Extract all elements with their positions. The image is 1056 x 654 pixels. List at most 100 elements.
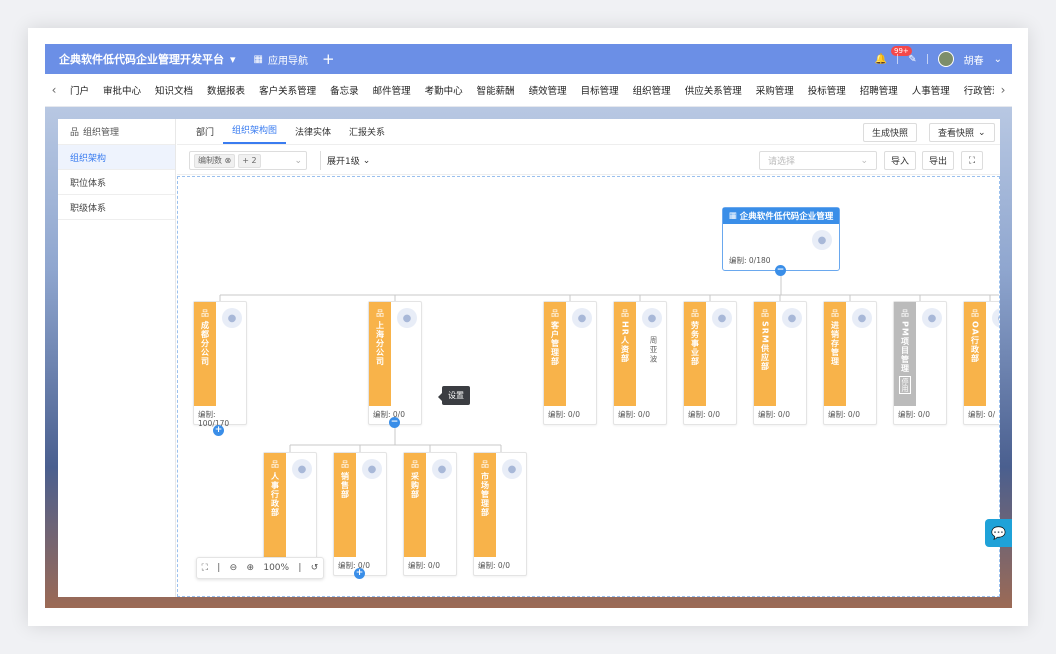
department-name: 上海分公司: [375, 321, 385, 366]
department-node[interactable]: 品客户管理部 ● 编制: 0/0: [543, 301, 597, 425]
disabled-badge: 停用: [899, 375, 911, 394]
org-icon: 品: [621, 309, 629, 318]
chat-icon[interactable]: 💬: [985, 519, 1012, 547]
org-icon: 品: [70, 128, 80, 138]
sidebar-item-grades[interactable]: 职级体系: [58, 195, 175, 220]
chevron-down-icon: ⌄: [860, 155, 868, 166]
person-icon: ●: [782, 308, 802, 328]
menu-item[interactable]: 采购管理: [749, 83, 801, 97]
platform-title[interactable]: 企典软件低代码企业管理开发平台 ▾: [59, 51, 236, 67]
tab-reporting[interactable]: 汇报关系: [340, 125, 394, 144]
menu-item[interactable]: 招聘管理: [853, 83, 905, 97]
person-icon: ●: [572, 308, 592, 328]
department-strip: 品采购部: [404, 453, 426, 557]
avatar[interactable]: [937, 51, 954, 67]
menu-item[interactable]: 考勤中心: [418, 83, 470, 97]
person-icon: ●: [852, 308, 872, 328]
menu-item[interactable]: 审批中心: [96, 83, 148, 97]
department-strip: 品销售部: [334, 453, 356, 557]
org-chart-canvas[interactable]: ▦ 企典软件低代码企业管理 ● 编制: 0/180 − 品成都分公司 ● 编制: 10…: [177, 176, 1000, 597]
org-icon: 品: [971, 309, 979, 318]
department-strip: 品人事行政部: [264, 453, 286, 557]
field-select[interactable]: 编制数 ⊗ + 2 ⌄: [189, 151, 307, 170]
bell-icon[interactable]: 🔔: [875, 54, 887, 65]
menu-item[interactable]: 备忘录: [323, 83, 366, 97]
department-node[interactable]: 品上海分公司 ● 编制: 0/0: [368, 301, 422, 425]
building-icon: ▦: [728, 211, 737, 221]
chevron-left-icon[interactable]: ‹: [45, 83, 63, 97]
root-node[interactable]: ▦ 企典软件低代码企业管理 ● 编制: 0/180: [722, 207, 840, 271]
person-icon: ●: [992, 308, 999, 328]
menu-item[interactable]: 组织管理: [626, 83, 678, 97]
fullscreen-icon[interactable]: ⛶: [961, 151, 983, 170]
org-icon: 品: [691, 309, 699, 318]
add-icon[interactable]: +: [322, 50, 335, 68]
fit-screen-icon[interactable]: ⛶: [202, 563, 208, 573]
sidebar-item-org-structure[interactable]: 组织架构: [58, 145, 175, 170]
department-node[interactable]: 品 PM项目管理 停用 ● 编制: 0/0: [893, 301, 947, 425]
export-button[interactable]: 导出: [922, 151, 954, 170]
divider: |: [217, 563, 221, 573]
menu-item[interactable]: 行政管理: [957, 83, 994, 97]
menu-item[interactable]: 门户: [63, 83, 96, 97]
org-icon: 品: [761, 309, 769, 318]
department-node[interactable]: 品进销存管理 ● 编制: 0/0: [823, 301, 877, 425]
department-name: HR人资部: [620, 321, 630, 363]
menu-item[interactable]: 数据报表: [200, 83, 252, 97]
department-strip: 品市场管理部: [474, 453, 496, 557]
department-name: OA行政部: [970, 321, 980, 363]
menu-item[interactable]: 智能薪酬: [470, 83, 522, 97]
department-node[interactable]: 品成都分公司 ● 编制: 100/170: [193, 301, 247, 428]
menu-item[interactable]: 绩效管理: [522, 83, 574, 97]
person-icon: ●: [812, 230, 832, 250]
zoom-in-icon[interactable]: ⊕: [247, 563, 255, 573]
department-name: 销售部: [340, 472, 350, 499]
department-node[interactable]: 品销售部 ● 编制: 0/0: [333, 452, 387, 576]
expand-toggle[interactable]: +: [213, 425, 224, 436]
collapse-toggle[interactable]: −: [389, 417, 400, 428]
node-search-select[interactable]: 请选择 ⌄: [759, 151, 877, 170]
zoom-out-icon[interactable]: ⊖: [230, 563, 238, 573]
tab-legal-entity[interactable]: 法律实体: [286, 125, 340, 144]
expand-level-dropdown[interactable]: 展开1级 ⌄: [320, 151, 370, 170]
department-name: 成都分公司: [200, 321, 210, 366]
edit-icon[interactable]: ✎: [908, 54, 916, 65]
quota-label: 编制: 0/0: [758, 410, 790, 419]
view-snapshot-button[interactable]: 查看快照 ⌄: [929, 123, 995, 142]
menu-item[interactable]: 投标管理: [801, 83, 853, 97]
department-node[interactable]: 品市场管理部 ● 编制: 0/0: [473, 452, 527, 576]
expand-toggle[interactable]: +: [354, 568, 365, 579]
menu-item[interactable]: 人事管理: [905, 83, 957, 97]
collapse-toggle[interactable]: −: [775, 265, 786, 276]
department-node[interactable]: 品采购部 ● 编制: 0/0: [403, 452, 457, 576]
app-nav-button[interactable]: ▦ 应用导航: [254, 52, 308, 67]
person-icon: ●: [362, 459, 382, 479]
sidebar-item-positions[interactable]: 职位体系: [58, 170, 175, 195]
generate-snapshot-button[interactable]: 生成快照: [863, 123, 918, 142]
department-node[interactable]: 品 HR人资部 ● 周亚波 编制: 0/0: [613, 301, 667, 425]
org-icon: 品: [551, 309, 559, 318]
reset-icon[interactable]: ↺: [311, 563, 319, 573]
divider: |: [298, 563, 302, 573]
chevron-down-icon: ⌄: [978, 127, 986, 138]
tab-department[interactable]: 部门: [187, 125, 223, 144]
department-node[interactable]: 品劳务事业部 ● 编制: 0/0: [683, 301, 737, 425]
quota-label: 编制: 0/180: [729, 256, 771, 265]
user-name[interactable]: 胡春: [964, 52, 984, 67]
menu-item[interactable]: 邮件管理: [366, 83, 418, 97]
menu-item[interactable]: 客户关系管理: [252, 83, 323, 97]
department-node[interactable]: 品 OA行政部 ● 编制: 0/: [963, 301, 999, 425]
menu-item[interactable]: 知识文档: [148, 83, 200, 97]
chevron-right-icon[interactable]: ›: [994, 83, 1012, 97]
tab-org-chart[interactable]: 组织架构图: [223, 123, 287, 144]
quota-label: 编制: 0/0: [408, 561, 440, 570]
menu-item[interactable]: 目标管理: [574, 83, 626, 97]
import-button[interactable]: 导入: [884, 151, 916, 170]
org-icon: 品: [341, 460, 349, 469]
chevron-down-icon[interactable]: ⌄: [994, 54, 1002, 65]
org-icon: 品: [481, 460, 489, 469]
menu-item[interactable]: 供应关系管理: [678, 83, 749, 97]
department-name: SRM供应部: [760, 321, 770, 371]
department-node[interactable]: 品 SRM供应部 ● 编制: 0/0: [753, 301, 807, 425]
department-strip: 品成都分公司: [194, 302, 216, 406]
